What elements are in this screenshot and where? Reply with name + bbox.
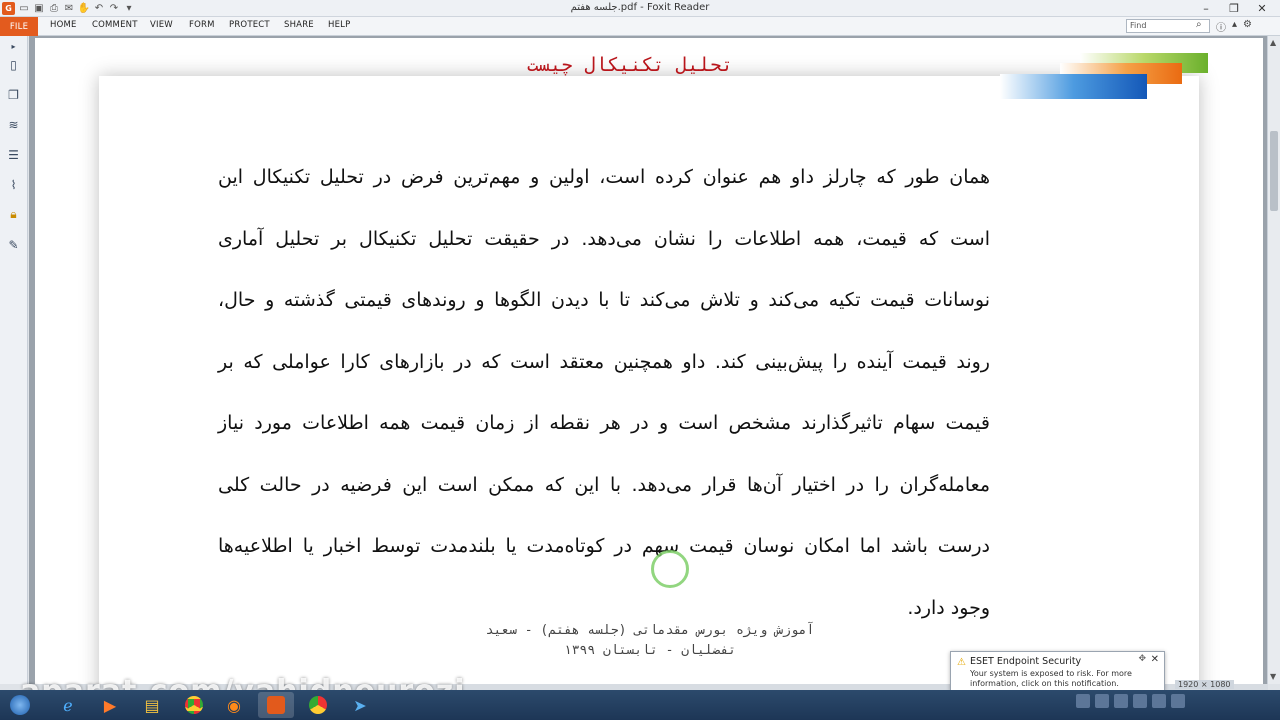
tray-icon[interactable] bbox=[1171, 694, 1185, 708]
info-icon[interactable]: ⓘ bbox=[1216, 19, 1226, 34]
navigation-panel: ▸ ▯ ❐ ≋ ☰ ⌇ 🔒︎ ✎ bbox=[0, 36, 28, 684]
header-decoration-blue bbox=[1000, 74, 1147, 99]
layers-icon[interactable]: ≋ bbox=[6, 117, 21, 132]
close-icon[interactable]: ✕ bbox=[1151, 654, 1159, 665]
cursor-highlight bbox=[651, 550, 689, 588]
scrollbar-thumb[interactable] bbox=[1270, 131, 1278, 211]
security-notification[interactable]: ⚠ ESET Endpoint Security Your system is … bbox=[950, 651, 1165, 691]
window-controls: – ❐ ✕ bbox=[1192, 0, 1276, 16]
comments-icon[interactable]: ☰ bbox=[6, 147, 21, 162]
firefox-icon[interactable]: ◉ bbox=[216, 692, 252, 718]
footer-line: آموزش ویژه بورس مقدماتی (جلسه هفتم) - سع… bbox=[485, 623, 815, 638]
explorer-icon[interactable]: ▤ bbox=[134, 692, 170, 718]
page-footer: آموزش ویژه بورس مقدماتی (جلسه هفتم) - سع… bbox=[420, 621, 880, 661]
notification-body: Your system is exposed to risk. For more… bbox=[970, 669, 1132, 688]
text-line: قیمت سهام تاثیرگذارند مشخص است و در هر ن… bbox=[218, 412, 990, 434]
window-title: جلسه هفتم.pdf - Foxit Reader bbox=[570, 2, 710, 13]
start-icon[interactable] bbox=[2, 692, 38, 718]
tab-file[interactable]: FILE bbox=[0, 17, 38, 36]
tray-icon[interactable] bbox=[1114, 694, 1128, 708]
text-line: معامله‌گران را در اختیار آن‌ها قرار می‌د… bbox=[218, 473, 990, 496]
close-icon[interactable]: ✕ bbox=[1248, 0, 1276, 16]
system-tray bbox=[1076, 694, 1185, 708]
tab-comment[interactable]: COMMENT bbox=[92, 20, 138, 30]
bookmark-icon[interactable]: ▯ bbox=[6, 57, 21, 72]
footer-line: تفضلیان - تابستان ۱۳۹۹ bbox=[563, 643, 737, 658]
taskbar: ℯ ▶ ▤ ◉ ➤ bbox=[0, 690, 1280, 720]
tray-icon[interactable] bbox=[1152, 694, 1166, 708]
title-bar: G ▭ ▣ ⎙ ✉ ✋ ↶ ↷ ▾ جلسه هفتم.pdf - Foxit … bbox=[0, 0, 1280, 17]
tray-icon[interactable] bbox=[1133, 694, 1147, 708]
scroll-down-icon[interactable]: ▼ bbox=[1270, 672, 1276, 681]
text-line: است که قیمت، همه اطلاعات را نشان می‌دهد.… bbox=[218, 227, 990, 250]
search-icon[interactable]: ⌕ bbox=[1196, 19, 1202, 30]
ie-icon[interactable]: ℯ bbox=[50, 692, 86, 718]
chrome-icon[interactable] bbox=[176, 692, 212, 718]
tab-form[interactable]: FORM bbox=[189, 20, 215, 30]
tab-share[interactable]: SHARE bbox=[284, 20, 314, 30]
notification-title: ESET Endpoint Security bbox=[970, 656, 1082, 667]
attachments-icon[interactable]: ⌇ bbox=[6, 177, 21, 192]
document-title: تحلیل تکنیکال چیست bbox=[527, 54, 733, 76]
settings-icon[interactable]: ⚙ bbox=[1243, 19, 1252, 34]
resolution-label: 1920 × 1080 bbox=[1175, 680, 1234, 689]
scroll-up-icon[interactable]: ▲ bbox=[1270, 38, 1276, 47]
chrome2-icon[interactable] bbox=[300, 692, 336, 718]
tab-home[interactable]: HOME bbox=[50, 20, 77, 30]
signature-icon[interactable]: ✎ bbox=[6, 237, 21, 252]
text-line: نوسانات قیمت تکیه می‌کند و تلاش می‌کند ت… bbox=[218, 289, 990, 311]
ribbon-right-icons: ⓘ ▴ ⚙ bbox=[1216, 19, 1252, 34]
tab-protect[interactable]: PROTECT bbox=[229, 20, 270, 30]
media-icon[interactable]: ▶ bbox=[92, 692, 128, 718]
foxit-icon[interactable] bbox=[258, 692, 294, 718]
minimize-icon[interactable]: – bbox=[1192, 0, 1220, 16]
ribbon-tabs: FILE HOME COMMENT VIEW FORM PROTECT SHAR… bbox=[0, 17, 1280, 36]
lock-icon[interactable]: 🔒︎ bbox=[6, 207, 21, 222]
tab-view[interactable]: VIEW bbox=[150, 20, 173, 30]
ribbon-minimize-icon[interactable]: ▴ bbox=[1232, 19, 1237, 34]
expand-panel-icon[interactable]: ▸ bbox=[6, 39, 21, 54]
tray-icon[interactable] bbox=[1095, 694, 1109, 708]
pin-icon[interactable]: ✥ bbox=[1138, 654, 1146, 664]
warning-icon: ⚠ bbox=[957, 657, 966, 668]
pages-icon[interactable]: ❐ bbox=[6, 87, 21, 102]
text-line: درست باشد اما امکان نوسان قیمت سهم در کو… bbox=[218, 535, 990, 557]
tray-icon[interactable] bbox=[1076, 694, 1090, 708]
tab-help[interactable]: HELP bbox=[328, 20, 350, 30]
vertical-scrollbar[interactable]: ▲ ▼ bbox=[1267, 36, 1280, 684]
document-paragraph: همان طور که چارلز داو هم عنوان کرده است،… bbox=[218, 158, 990, 650]
telegram-icon[interactable]: ➤ bbox=[342, 692, 378, 718]
text-line: روند قیمت آینده را پیش‌بینی کند. داو همچ… bbox=[218, 350, 990, 373]
text-line: همان طور که چارلز داو هم عنوان کرده است،… bbox=[218, 166, 990, 188]
restore-icon[interactable]: ❐ bbox=[1220, 0, 1248, 16]
